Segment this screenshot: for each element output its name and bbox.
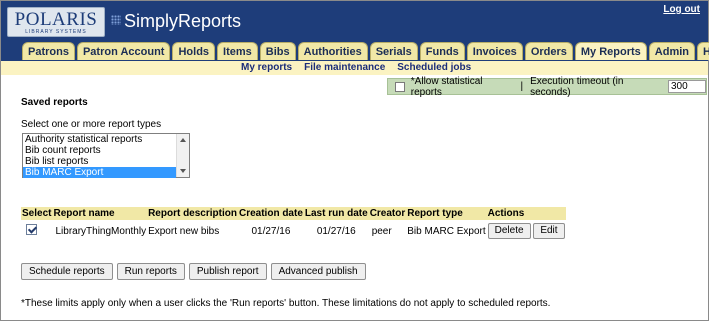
tab-serials[interactable]: Serials: [369, 42, 418, 60]
limits-footnote: *These limits apply only when a user cli…: [21, 298, 551, 309]
table-row: LibraryThingMonthly Export new bibs 01/2…: [21, 220, 566, 242]
report-type-option[interactable]: Bib list reports: [23, 156, 176, 167]
subnav-my-reports[interactable]: My reports: [241, 62, 292, 73]
col-select: Select: [21, 207, 53, 220]
sub-navigation: My reports File maintenance Scheduled jo…: [1, 61, 708, 75]
subnav-file-maintenance[interactable]: File maintenance: [304, 62, 385, 73]
col-report-name: Report name: [52, 207, 148, 220]
col-last-run-date: Last run date: [303, 207, 369, 220]
tab-help[interactable]: Help: [697, 42, 709, 60]
report-types-hint: Select one or more report types: [21, 119, 162, 130]
report-type-option[interactable]: Bib count reports: [23, 145, 176, 156]
listbox-scrollbar[interactable]: [176, 134, 189, 177]
report-actions: Schedule reports Run reports Publish rep…: [21, 263, 366, 280]
execution-options-bar: *Allow statistical reports | Execution t…: [387, 75, 707, 98]
timeout-input[interactable]: [668, 80, 706, 93]
row-select-checkbox[interactable]: [26, 224, 37, 235]
creator-cell: peer: [371, 225, 392, 237]
report-description-cell: Export new bibs: [148, 225, 220, 237]
col-actions: Actions: [486, 207, 566, 220]
col-creation-date: Creation date: [237, 207, 304, 220]
last-run-date-cell: 01/27/16: [316, 225, 356, 237]
options-separator: |: [520, 81, 524, 92]
scroll-up-icon[interactable]: [180, 138, 186, 142]
col-creator: Creator: [368, 207, 407, 220]
col-report-type: Report type: [406, 207, 487, 220]
tab-holds[interactable]: Holds: [172, 42, 216, 60]
tab-patrons[interactable]: Patrons: [22, 42, 75, 60]
tab-funds[interactable]: Funds: [419, 42, 465, 60]
edit-button[interactable]: Edit: [533, 223, 565, 239]
allow-statistical-label: *Allow statistical reports: [410, 75, 483, 98]
report-type-option[interactable]: Authority statistical reports: [23, 134, 176, 145]
select-cell: [21, 220, 52, 242]
tab-orders[interactable]: Orders: [524, 42, 573, 60]
dots-icon: [111, 15, 121, 25]
tab-invoices[interactable]: Invoices: [466, 42, 523, 60]
tab-items[interactable]: Items: [217, 42, 258, 60]
saved-reports-title: Saved reports: [21, 97, 88, 108]
allow-statistical-checkbox[interactable]: [395, 81, 405, 92]
col-report-description: Report description: [147, 207, 238, 220]
polaris-logo: POLARIS LIBRARY SYSTEMS: [7, 7, 105, 37]
tab-authorities[interactable]: Authorities: [297, 42, 368, 60]
advanced-publish-button[interactable]: Advanced publish: [270, 263, 366, 280]
tab-my-reports[interactable]: My Reports: [574, 42, 647, 60]
scroll-down-icon[interactable]: [180, 169, 186, 173]
schedule-reports-button[interactable]: Schedule reports: [21, 263, 113, 280]
subnav-scheduled-jobs[interactable]: Scheduled jobs: [397, 62, 471, 73]
tab-bibs[interactable]: Bibs: [259, 42, 296, 60]
report-types-listbox[interactable]: Authority statistical reports Bib count …: [22, 133, 190, 178]
tab-admin[interactable]: Admin: [648, 42, 696, 60]
logout-link[interactable]: Log out: [663, 4, 700, 15]
report-type-cell: Bib MARC Export: [407, 225, 486, 237]
report-type-option-selected[interactable]: Bib MARC Export: [23, 167, 176, 178]
app-header: POLARIS LIBRARY SYSTEMS SimplyReports Lo…: [1, 1, 708, 39]
timeout-label: Execution timeout (in seconds): [530, 75, 624, 98]
actions-cell: Delete Edit: [487, 220, 566, 242]
creation-date-cell: 01/27/16: [251, 225, 291, 237]
run-reports-button[interactable]: Run reports: [116, 263, 185, 280]
tab-patron-account[interactable]: Patron Account: [76, 42, 171, 60]
delete-button[interactable]: Delete: [487, 223, 531, 239]
report-name-cell: LibraryThingMonthly: [55, 225, 147, 237]
saved-reports-table: Select Report name Report description Cr…: [21, 207, 566, 242]
main-tabbar: Patrons Patron Account Holds Items Bibs …: [1, 39, 709, 61]
app-title: SimplyReports: [124, 11, 242, 31]
publish-report-button[interactable]: Publish report: [188, 263, 267, 280]
